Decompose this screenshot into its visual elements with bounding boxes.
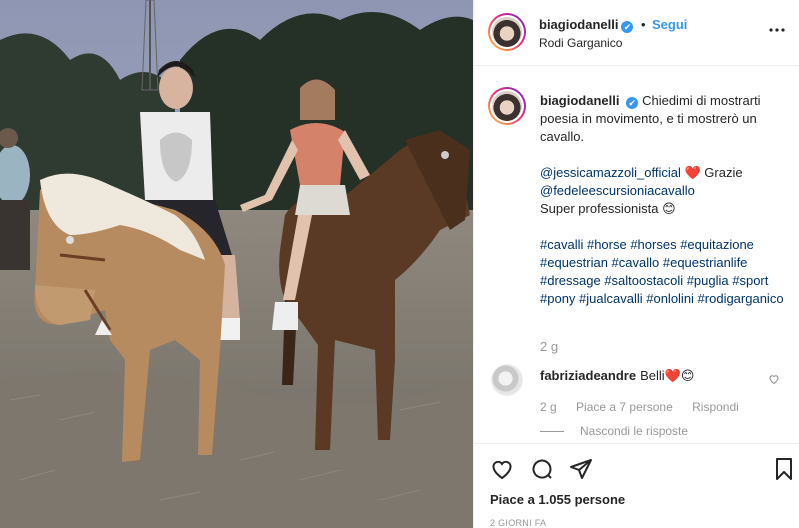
caption-time[interactable]: 2 g (540, 339, 558, 354)
header-username-link[interactable]: biagiodanelli ✔ (539, 17, 634, 33)
comment-likes[interactable]: Piace a 7 persone (576, 400, 673, 414)
caption-line-pro: Super professionista 😊 (540, 200, 790, 218)
avatar[interactable] (488, 13, 526, 51)
more-icon-glyph (769, 28, 785, 32)
caption-username-text: biagiodanelli (540, 93, 620, 108)
caption-username[interactable]: biagiodanelli ✔ (540, 93, 639, 109)
caption-mention-line-2: @fedeleescursioniacavallo (540, 182, 790, 200)
smile-emoji: 😊 (662, 201, 676, 216)
comment-time[interactable]: 2 g (540, 400, 557, 414)
comment-emojis: ❤️😊 (664, 368, 695, 383)
hide-replies-line (540, 431, 564, 433)
hashtags[interactable]: #cavalli #horse #horses #equitazione #eq… (540, 236, 790, 308)
comment-button[interactable] (530, 457, 554, 481)
comment-avatar[interactable] (491, 364, 523, 396)
header-separator: • (641, 17, 646, 32)
location-link[interactable]: Rodi Garganico (539, 36, 622, 50)
actions-bar: Piace a 1.055 persone 2 GIORNI FA (474, 443, 799, 528)
mention-link-2[interactable]: @fedeleescursioniacavallo (540, 183, 695, 198)
caption-pro-text: Super professionista (540, 201, 659, 216)
post-photo[interactable] (0, 0, 473, 528)
caption: biagiodanelli ✔ Chiedimi di mostrarti poe… (540, 92, 790, 308)
hide-replies-label: Nascondi le risposte (580, 424, 689, 438)
more-icon[interactable] (768, 21, 786, 39)
caption-mention-line: @jessicamazzoli_official ❤️ Grazie (540, 164, 790, 182)
heart-outline-icon (769, 375, 779, 385)
heart-outline-icon (492, 460, 512, 480)
caption-first-line: biagiodanelli ✔ Chiedimi di mostrarti poe… (540, 92, 790, 146)
mention-link[interactable]: @jessicamazzoli_official (540, 165, 681, 180)
comment-like-icon[interactable] (768, 373, 780, 388)
likes-count[interactable]: Piace a 1.055 persone (490, 492, 625, 507)
comment-body: Belli (640, 368, 665, 383)
like-button[interactable] (490, 457, 514, 481)
comment-username[interactable]: fabriziadeandre (540, 368, 636, 383)
header-username: biagiodanelli (539, 17, 619, 32)
post-header: biagiodanelli ✔ • Segui Rodi Garganico (474, 0, 799, 66)
caption-blank-2 (540, 218, 790, 236)
caption-thanks: Grazie (704, 165, 743, 180)
hide-replies-button[interactable]: Nascondi le risposte (540, 424, 688, 438)
comments-area[interactable]: biagiodanelli ✔ Chiedimi di mostrarti poe… (474, 67, 799, 443)
share-icon (570, 459, 592, 479)
heart-emoji: ❤️ (684, 165, 701, 180)
comment-meta: 2 g Piace a 7 persone Rispondi (540, 400, 755, 414)
caption-avatar[interactable] (488, 87, 526, 125)
reply-button[interactable]: Rispondi (692, 400, 739, 414)
comment-icon (532, 459, 552, 479)
verified-badge-icon: ✔ (626, 97, 639, 109)
post-photo-image (0, 0, 473, 528)
save-button[interactable] (772, 457, 796, 481)
post-panel: biagiodanelli ✔ • Segui Rodi Garganico bi… (473, 0, 799, 528)
post-age[interactable]: 2 GIORNI FA (490, 518, 546, 528)
caption-blank (540, 146, 790, 164)
comment-text: fabriziadeandre Belli❤️😊 (540, 368, 694, 384)
bookmark-icon (776, 458, 792, 480)
verified-badge-icon: ✔ (621, 21, 634, 33)
share-button[interactable] (569, 457, 593, 481)
follow-button[interactable]: Segui (652, 17, 687, 32)
